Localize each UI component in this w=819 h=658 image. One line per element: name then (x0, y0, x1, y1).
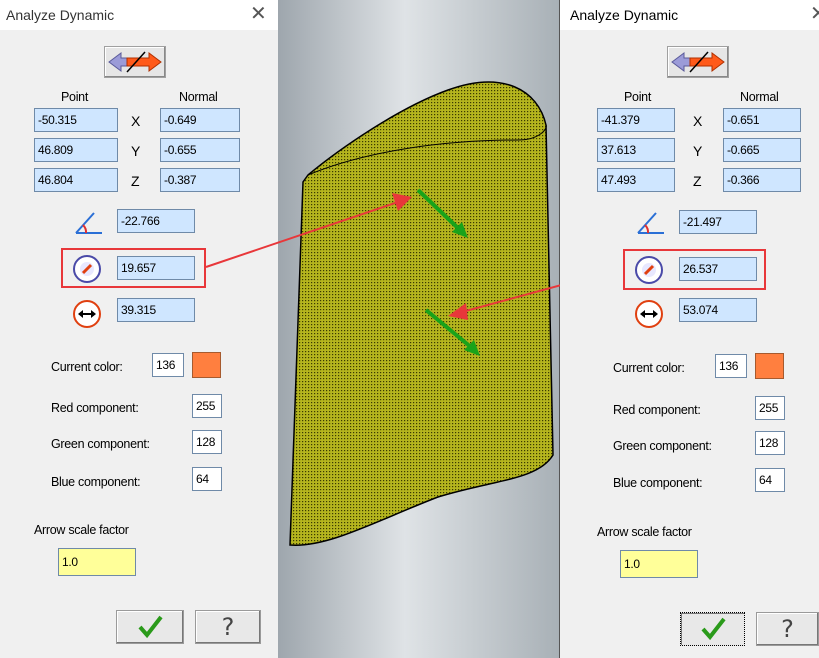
diameter-icon (635, 300, 663, 328)
red-component-field[interactable]: 255 (755, 396, 785, 420)
dialog-title: Analyze Dynamic (570, 7, 679, 23)
x-axis-label: X (693, 113, 703, 129)
green-component-label: Green component: (613, 439, 712, 453)
point-header: Point (624, 90, 651, 104)
current-color-label: Current color: (613, 361, 685, 375)
angle-icon (637, 212, 664, 234)
close-icon[interactable]: ✕ (810, 2, 819, 26)
normal-header: Normal (740, 90, 779, 104)
analyze-dynamic-dialog-right: Analyze Dynamic ✕ Point Normal -41.379 3… (560, 0, 819, 658)
checkmark-icon (700, 617, 726, 641)
help-icon: ? (781, 615, 794, 643)
current-color-field[interactable]: 136 (715, 354, 747, 378)
point-x-field[interactable]: -41.379 (597, 108, 675, 132)
title-bar: Analyze Dynamic ✕ (560, 0, 819, 30)
color-swatch[interactable] (755, 353, 784, 379)
arrow-scale-field[interactable]: 1.0 (620, 550, 698, 578)
normal-z-field[interactable]: -0.366 (723, 168, 801, 192)
point-z-field[interactable]: 47.493 (597, 168, 675, 192)
help-button[interactable]: ? (756, 612, 819, 646)
z-axis-label: Z (693, 173, 702, 189)
blue-component-label: Blue component: (613, 476, 703, 490)
red-component-label: Red component: (613, 403, 701, 417)
angle-field[interactable]: -21.497 (679, 210, 757, 234)
y-axis-label: Y (693, 143, 703, 159)
radius-field[interactable]: 26.537 (679, 257, 757, 281)
green-component-field[interactable]: 128 (755, 431, 785, 455)
flip-normal-button[interactable] (667, 46, 729, 78)
normal-y-field[interactable]: -0.665 (723, 138, 801, 162)
radius-icon (635, 256, 663, 284)
diameter-field[interactable]: 53.074 (679, 298, 757, 322)
normal-x-field[interactable]: -0.651 (723, 108, 801, 132)
blue-component-field[interactable]: 64 (755, 468, 785, 492)
flip-normal-icon (671, 51, 725, 73)
point-y-field[interactable]: 37.613 (597, 138, 675, 162)
arrow-scale-label: Arrow scale factor (597, 525, 692, 539)
ok-button[interactable] (680, 612, 745, 646)
